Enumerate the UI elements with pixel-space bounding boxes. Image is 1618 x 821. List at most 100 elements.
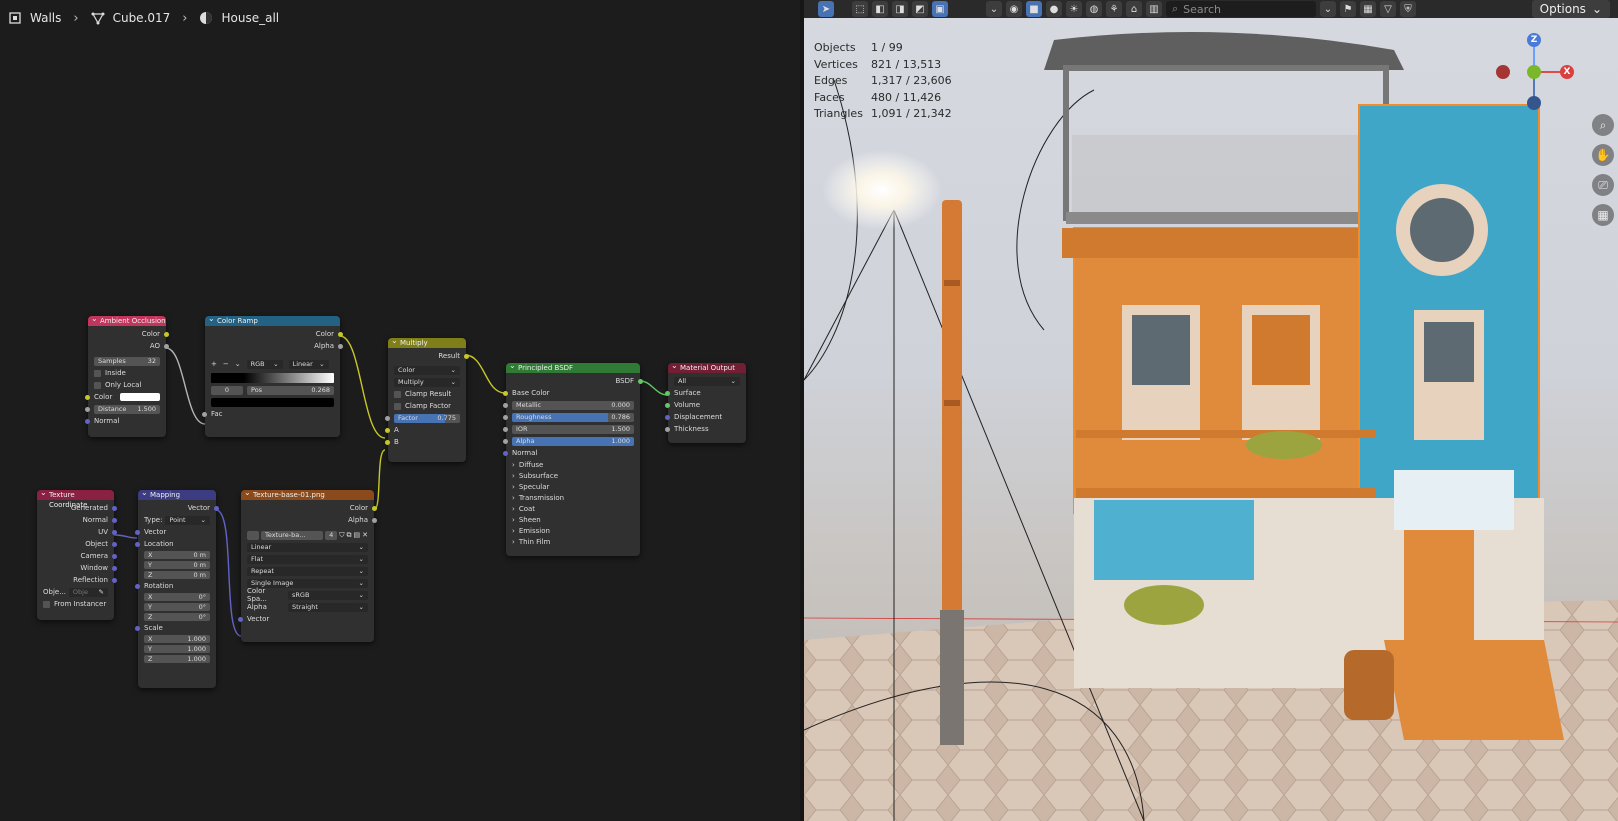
bsdf-panel-toggle[interactable]: › Diffuse [506,459,640,470]
color-mode-select[interactable]: RGB ⌄ [246,359,283,369]
breadcrumb-material[interactable]: House_all [199,11,279,25]
navigation-gizmo[interactable]: Z X [1494,32,1574,112]
output-socket[interactable] [164,343,169,349]
vector-component-field[interactable]: X 0° [144,593,210,601]
breadcrumb-object[interactable]: Walls [8,11,61,25]
search-input[interactable]: ⌕ Search [1166,1,1316,17]
output-socket[interactable] [112,577,117,583]
input-socket[interactable] [503,414,508,420]
data-type-select[interactable]: Color ⌄ [394,365,460,375]
add-stop-button[interactable]: + [211,360,217,368]
output-socket[interactable] [338,331,343,337]
interpolation-select[interactable]: Linear ⌄ [247,542,368,552]
alpha-mode-select[interactable]: Straight ⌄ [288,602,368,612]
node-header[interactable]: Ambient Occlusion [88,314,166,326]
input-socket[interactable] [503,426,508,432]
node-ambient-occlusion[interactable]: Ambient Occlusion Color AO Samples32 Ins… [85,314,169,437]
layout-icon[interactable]: ▦ [1360,1,1376,17]
vector-component-field[interactable]: X0 m [144,551,210,559]
users-count[interactable]: 4 [325,530,338,540]
select-intersect-icon[interactable]: ▣ [932,1,948,17]
vector-component-field[interactable]: Y 1.000 [144,645,210,653]
node-header[interactable]: Material Output [668,361,746,373]
output-socket[interactable] [112,565,117,571]
colorspace-select[interactable]: sRGB ⌄ [288,590,368,600]
world-icon[interactable]: ◍ [1086,1,1102,17]
vector-component-field[interactable]: Z 1.000 [144,655,210,663]
shield-icon[interactable]: ⛨ [1400,1,1416,17]
fake-user-icon[interactable]: ⛉ [339,531,344,540]
node-mapping[interactable]: Mapping Vector Type:Point⌄ Vector Locati… [135,488,219,688]
blend-mode-select[interactable]: Multiply ⌄ [394,377,460,387]
node-header[interactable]: Multiply [388,336,466,348]
inside-checkbox[interactable]: Inside [88,367,166,379]
output-socket[interactable] [112,553,117,559]
neg-x-axis-button[interactable] [1496,65,1510,79]
input-socket[interactable] [665,402,670,408]
vector-component-field[interactable]: Z0 m [144,571,210,579]
stop-position-field[interactable]: Pos 0.268 [247,385,334,395]
input-socket[interactable] [503,438,508,444]
color-ramp-gradient[interactable] [211,373,334,383]
node-header[interactable]: Texture-base-01.png [241,488,374,500]
node-header[interactable]: Principled BSDF [506,361,640,373]
input-socket[interactable] [202,411,207,417]
z-axis-button[interactable]: Z [1527,33,1541,47]
stop-color-swatch[interactable] [211,397,334,407]
filter-icon[interactable]: ▽ [1380,1,1396,17]
output-socket[interactable] [112,541,117,547]
node-texture-coordinate[interactable]: Texture Coordinate Generated Normal UV Obje… [37,488,117,620]
collection-icon[interactable]: ▥ [1146,1,1162,17]
distance-field[interactable]: Distance 1.500 [94,404,160,414]
light-icon[interactable]: ☀ [1066,1,1082,17]
vector-component-field[interactable]: Y0 m [144,561,210,569]
x-axis-button[interactable]: X [1560,65,1574,79]
remove-stop-button[interactable]: − [223,360,229,368]
input-socket[interactable] [85,394,90,400]
perspective-grid-icon[interactable]: ▦ [1592,204,1614,226]
duplicate-icon[interactable]: ⧉ [347,531,352,540]
bsdf-panel-toggle[interactable]: › Coat [506,503,640,514]
node-editor[interactable]: Walls › Cube.017 › House_all Amb [0,0,827,821]
close-icon[interactable]: ✕ [362,531,368,539]
input-socket[interactable] [85,418,90,424]
bsdf-panel-toggle[interactable]: › Emission [506,525,640,536]
samples-field[interactable]: Samples 32 [94,356,160,366]
neg-z-axis-button[interactable] [1527,96,1541,110]
chevron-down-icon[interactable]: ⌄ [235,360,241,368]
bsdf-panel-toggle[interactable]: › Specular [506,481,640,492]
node-image-texture[interactable]: Texture-base-01.png Color Alpha Texture-… [238,488,377,642]
metallic-slider[interactable]: Metallic 0.000 [512,400,634,410]
bookmark-icon[interactable]: ⚑ [1340,1,1356,17]
vector-component-field[interactable]: Z 0° [144,613,210,621]
clamp-result-checkbox[interactable]: Clamp Result [388,388,466,400]
vector-component-field[interactable]: X 1.000 [144,635,210,643]
node-principled-bsdf[interactable]: Principled BSDF BSDF Base Color Metallic… [503,361,643,556]
input-socket[interactable] [238,616,243,622]
only-local-checkbox[interactable]: Only Local [88,379,166,391]
output-socket[interactable] [112,529,117,535]
node-header[interactable]: Mapping [138,488,216,500]
factor-slider[interactable]: Factor 0.775 [394,413,460,423]
select-extend-icon[interactable]: ◧ [872,1,888,17]
roughness-slider[interactable]: Roughness 0.786 [512,412,634,422]
overlay-color-icon[interactable]: ◉ [1006,1,1022,17]
output-socket[interactable] [112,517,117,523]
output-socket[interactable] [638,378,643,384]
stop-index-field[interactable]: 0 [211,385,243,395]
input-socket[interactable] [135,529,140,535]
select-invert-icon[interactable]: ◩ [912,1,928,17]
select-tool-button[interactable]: ➤ [818,1,834,17]
node-material-output[interactable]: Material Output All⌄ Surface Volume Disp… [665,361,746,443]
clamp-factor-checkbox[interactable]: Clamp Factor [388,400,466,412]
bsdf-panel-toggle[interactable]: › Sheen [506,514,640,525]
bsdf-panel-toggle[interactable]: › Thin Film [506,536,640,547]
output-socket[interactable] [372,517,377,523]
bsdf-panel-toggle[interactable]: › Transmission [506,492,640,503]
camera-view-icon[interactable]: ⎚ [1592,174,1614,196]
input-socket[interactable] [503,390,508,396]
image-name-field[interactable]: Texture-ba... [261,530,324,540]
input-socket[interactable] [665,414,670,420]
object-picker[interactable]: Obje ✎ [68,587,108,597]
output-socket[interactable] [372,505,377,511]
